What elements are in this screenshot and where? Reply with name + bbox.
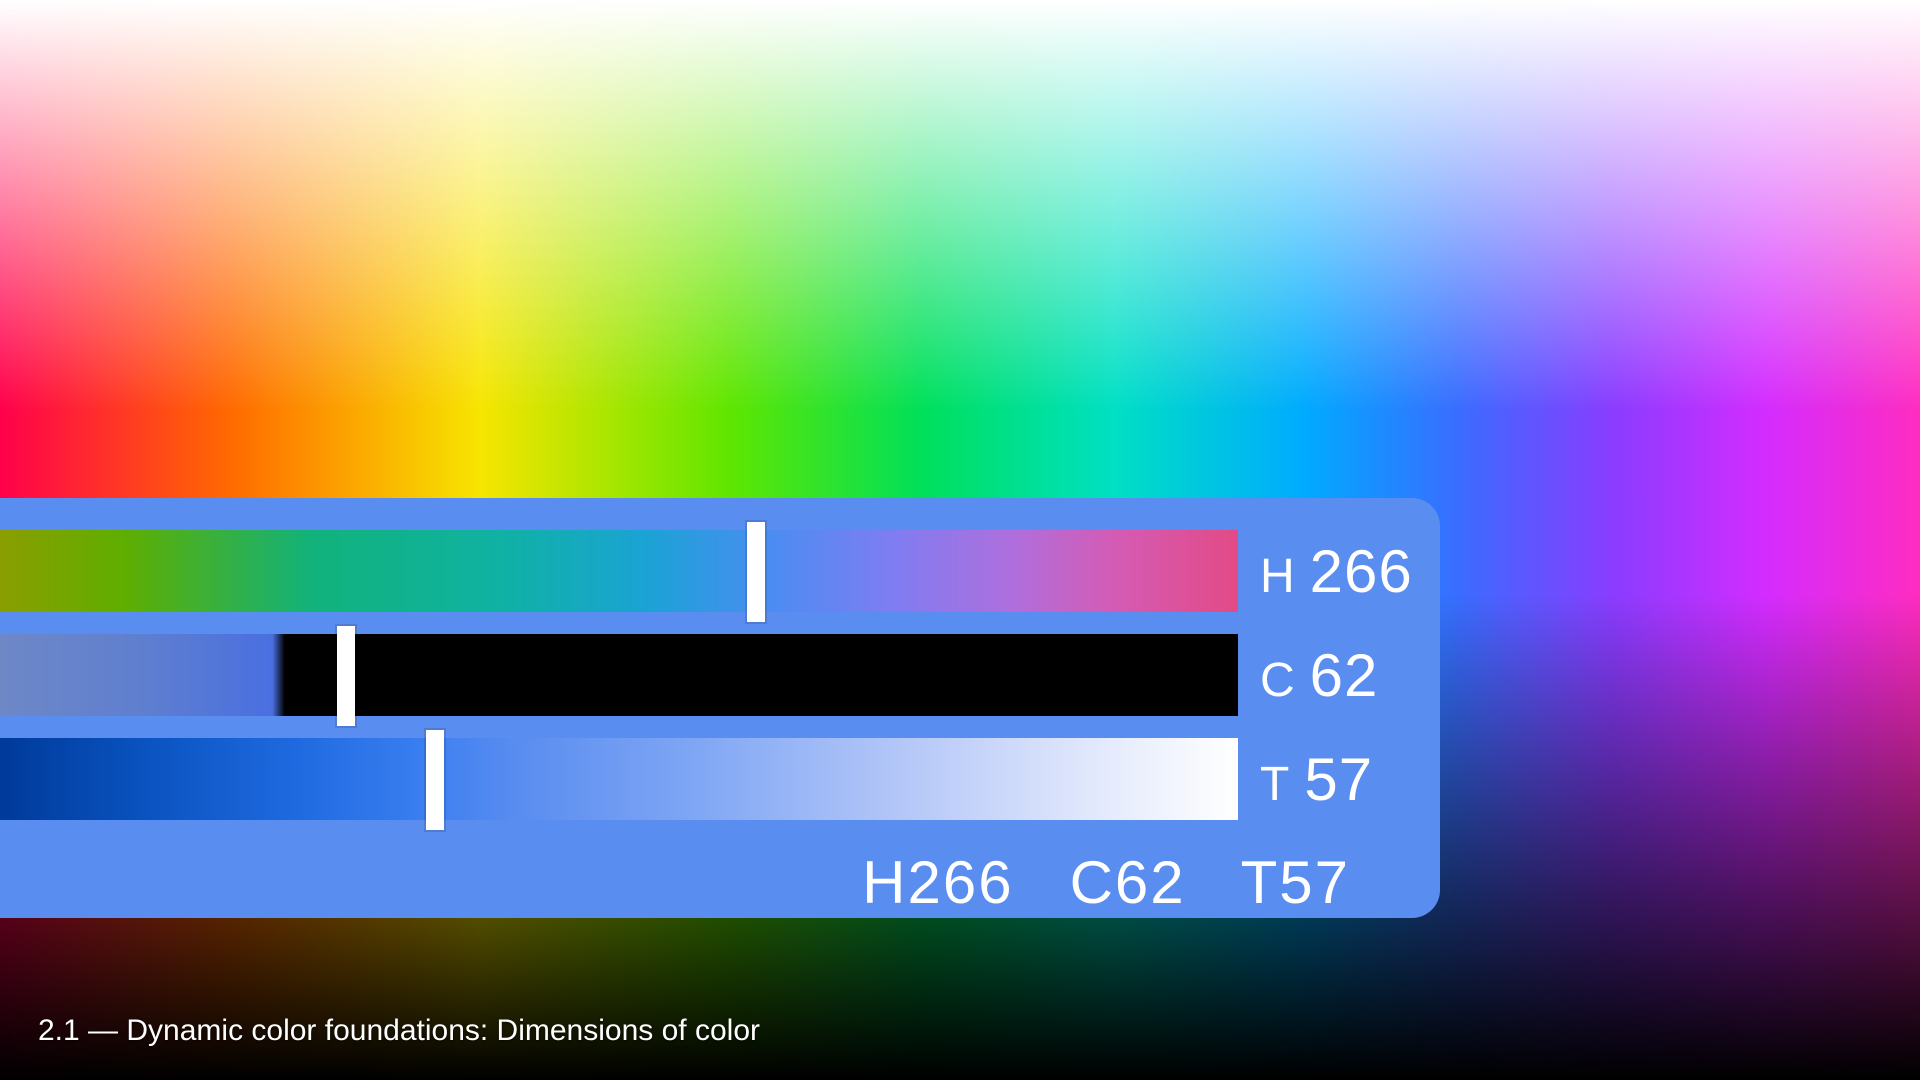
hue-row: H 266 bbox=[0, 530, 1392, 612]
tone-thumb[interactable] bbox=[426, 730, 444, 830]
tone-label: T bbox=[1260, 757, 1290, 812]
chroma-thumb[interactable] bbox=[337, 626, 355, 726]
color-space-background: H 266 C 62 T 57 H266 C62 bbox=[0, 0, 1920, 1080]
hue-value: 266 bbox=[1310, 537, 1413, 606]
tone-row: T 57 bbox=[0, 738, 1392, 820]
hue-label: H bbox=[1260, 549, 1296, 604]
hue-slider[interactable] bbox=[0, 530, 1238, 612]
chroma-readout: C 62 bbox=[1260, 641, 1410, 710]
combined-t: T57 bbox=[1241, 849, 1350, 916]
hue-thumb[interactable] bbox=[747, 522, 765, 622]
tone-slider[interactable] bbox=[0, 738, 1238, 820]
hct-picker-panel: H 266 C 62 T 57 H266 C62 bbox=[0, 498, 1440, 918]
chroma-slider[interactable] bbox=[0, 634, 1238, 716]
combined-c: C62 bbox=[1070, 849, 1186, 916]
hue-readout: H 266 bbox=[1260, 537, 1410, 606]
combined-readout: H266 C62 T57 bbox=[862, 848, 1392, 917]
chroma-value: 62 bbox=[1310, 641, 1379, 710]
tone-readout: T 57 bbox=[1260, 745, 1410, 814]
chroma-label: C bbox=[1260, 653, 1296, 708]
slide-caption: 2.1 — Dynamic color foundations: Dimensi… bbox=[38, 1014, 760, 1048]
chroma-row: C 62 bbox=[0, 634, 1392, 716]
combined-h: H266 bbox=[862, 849, 1013, 916]
tone-value: 57 bbox=[1304, 745, 1373, 814]
